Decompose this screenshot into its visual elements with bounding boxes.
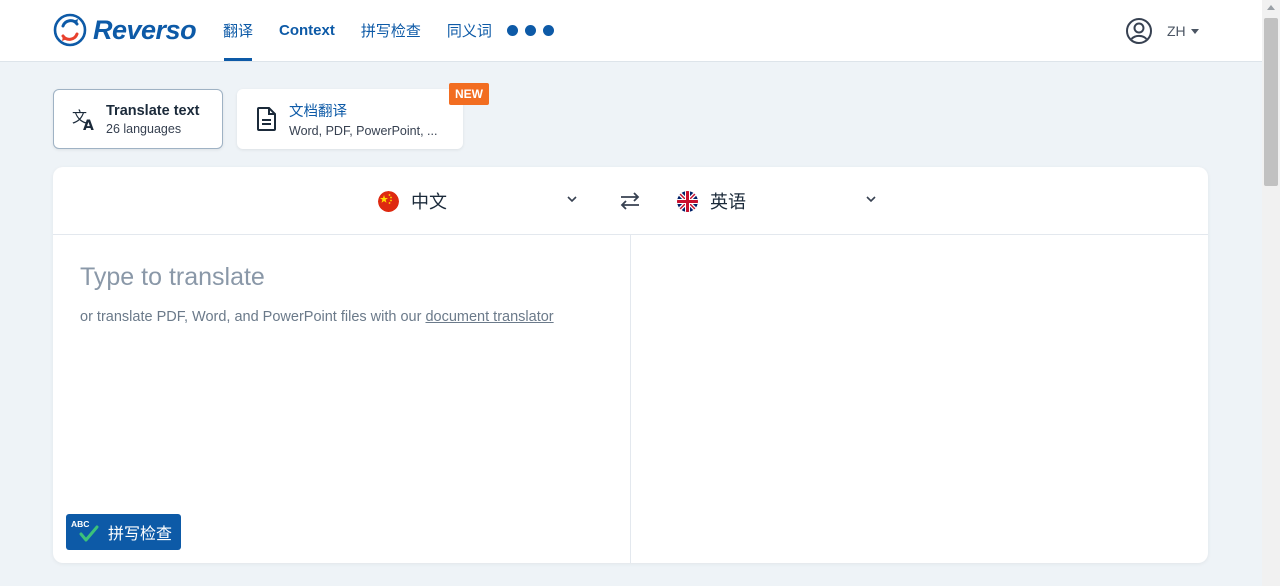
reverso-logo[interactable]: Reverso [53, 13, 197, 47]
document-icon [253, 105, 281, 133]
document-translation-subtitle: Word, PDF, PowerPoint, ... [289, 124, 438, 138]
spellcheck-button[interactable]: ABC 拼写检查 [66, 514, 181, 550]
interface-language: ZH [1167, 23, 1186, 39]
document-hint: or translate PDF, Word, and PowerPoint f… [80, 309, 554, 325]
svg-text:A: A [83, 118, 94, 132]
top-header: Reverso 翻译 Context 拼写检查 同义词 ZH [0, 0, 1262, 62]
nav-translate[interactable]: 翻译 [210, 0, 266, 61]
spellcheck-icon: ABC [70, 519, 102, 545]
uk-flag-icon [677, 190, 698, 212]
document-translator-link[interactable]: document translator [425, 309, 553, 325]
logo-text: Reverso [93, 14, 197, 45]
translate-text-tab[interactable]: 文 A Translate text 26 languages [53, 89, 223, 149]
language-bar: 中文 英语 [53, 167, 1208, 235]
nav-context[interactable]: Context [266, 0, 348, 61]
user-icon [1126, 18, 1152, 44]
chevron-down-icon [567, 196, 577, 203]
nav-spellcheck[interactable]: 拼写检查 [348, 0, 434, 61]
new-badge: NEW [449, 83, 489, 105]
more-dot-icon [506, 25, 518, 36]
user-menu[interactable]: ZH [1125, 17, 1199, 45]
more-dot-icon [542, 25, 554, 36]
china-flag-icon [378, 190, 399, 212]
translate-text-title: Translate text [106, 102, 200, 119]
nav-more-button[interactable] [505, 0, 554, 61]
document-translation-tab[interactable]: 文档翻译 Word, PDF, PowerPoint, ... [237, 89, 463, 149]
more-dot-icon [524, 25, 536, 36]
source-language-select[interactable]: 中文 [378, 187, 578, 215]
page-scrollbar[interactable] [1262, 0, 1280, 586]
document-hint-text: or translate PDF, Word, and PowerPoint f… [80, 309, 426, 325]
scroll-up-icon[interactable] [1267, 5, 1275, 10]
nav-synonyms[interactable]: 同义词 [434, 0, 505, 61]
chevron-down-icon [866, 196, 876, 203]
translator-panel: 中文 英语 Type to translate or translate PDF… [53, 167, 1208, 563]
target-language-name: 英语 [710, 192, 746, 212]
translate-icon: 文 A [70, 105, 98, 133]
source-placeholder: Type to translate [80, 263, 265, 291]
document-translation-title: 文档翻译 [289, 104, 347, 120]
translate-text-subtitle: 26 languages [106, 121, 182, 136]
scroll-thumb[interactable] [1264, 18, 1278, 186]
target-language-select[interactable]: 英语 [677, 187, 877, 215]
reverso-logo-icon [53, 13, 87, 47]
main-nav: 翻译 Context 拼写检查 同义词 [210, 0, 554, 61]
spellcheck-button-label: 拼写检查 [108, 526, 173, 543]
translation-output [631, 235, 1208, 563]
source-language-name: 中文 [411, 192, 447, 212]
caret-down-icon [1190, 28, 1199, 34]
swap-languages-icon[interactable] [618, 190, 642, 212]
